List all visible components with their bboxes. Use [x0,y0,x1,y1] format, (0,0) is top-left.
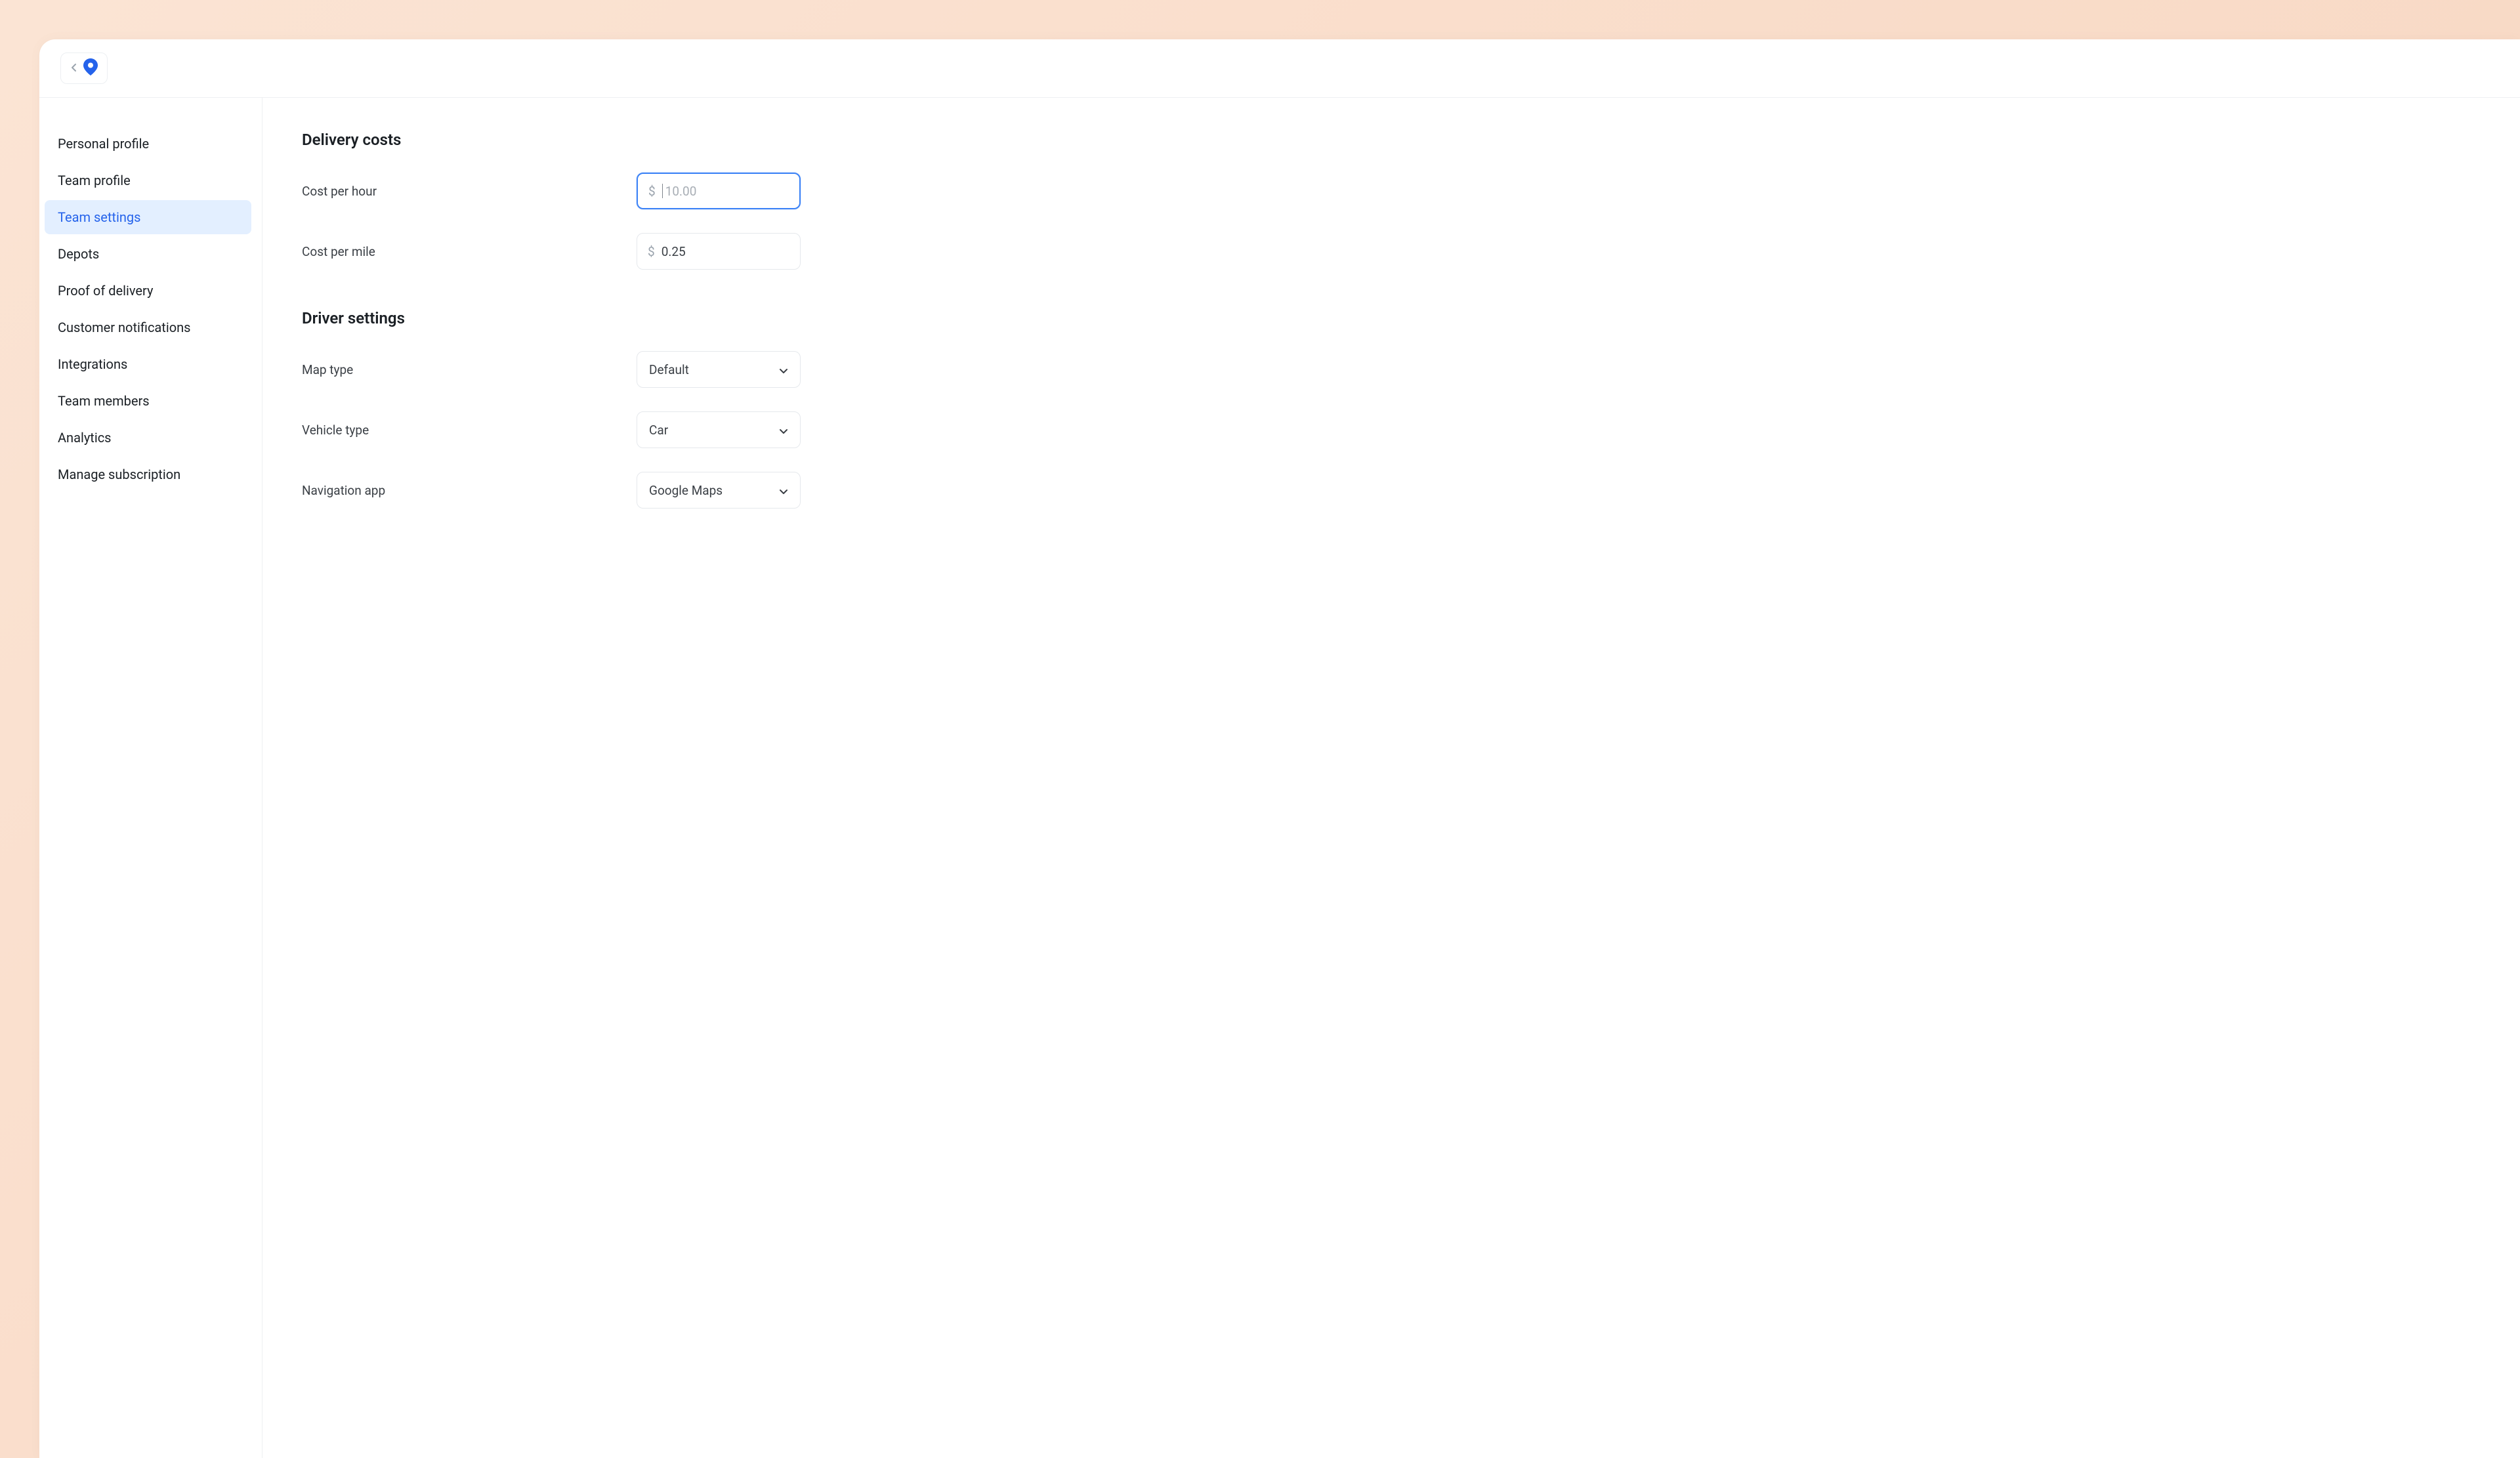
section-driver-settings: Driver settings Map type Default Vehicle… [302,309,2481,509]
sidebar-item-team-settings[interactable]: Team settings [45,200,251,234]
chevron-down-icon [779,423,788,438]
row-map-type: Map type Default [302,351,801,388]
row-cost-per-mile: Cost per mile $ 0.25 [302,233,801,270]
label-cost-per-mile: Cost per mile [302,244,375,259]
topbar [39,39,2520,98]
chevron-left-icon [70,62,77,75]
content-area: Personal profile Team profile Team setti… [39,98,2520,1458]
select-map-type[interactable]: Default [637,351,801,388]
sidebar-item-integrations[interactable]: Integrations [45,347,251,381]
sidebar-item-manage-subscription[interactable]: Manage subscription [45,457,251,491]
label-cost-per-hour: Cost per hour [302,184,377,199]
value-navigation-app: Google Maps [649,483,723,498]
sidebar-item-proof-of-delivery[interactable]: Proof of delivery [45,274,251,308]
currency-symbol: $ [648,244,655,259]
app-frame: Personal profile Team profile Team setti… [39,39,2520,1458]
sidebar-item-depots[interactable]: Depots [45,237,251,271]
row-navigation-app: Navigation app Google Maps [302,472,801,509]
label-map-type: Map type [302,362,353,377]
row-vehicle-type: Vehicle type Car [302,411,801,448]
select-vehicle-type[interactable]: Car [637,411,801,448]
value-vehicle-type: Car [649,423,668,438]
sidebar-item-personal-profile[interactable]: Personal profile [45,127,251,161]
back-button[interactable] [60,52,108,84]
chevron-down-icon [779,362,788,377]
sidebar-item-team-members[interactable]: Team members [45,384,251,418]
input-cost-per-mile[interactable]: $ 0.25 [637,233,801,270]
section-delivery-costs: Delivery costs Cost per hour $ 10.00 Cos… [302,131,2481,270]
location-pin-icon [83,58,98,78]
label-navigation-app: Navigation app [302,483,385,498]
value-map-type: Default [649,362,689,377]
main-panel: Delivery costs Cost per hour $ 10.00 Cos… [262,98,2520,1458]
select-navigation-app[interactable]: Google Maps [637,472,801,509]
row-cost-per-hour: Cost per hour $ 10.00 [302,173,801,209]
input-cost-per-hour[interactable]: $ 10.00 [637,173,801,209]
currency-symbol: $ [648,184,656,199]
text-cursor [662,184,663,198]
sidebar: Personal profile Team profile Team setti… [39,98,262,1458]
section-title-delivery-costs: Delivery costs [302,131,2481,149]
sidebar-item-customer-notifications[interactable]: Customer notifications [45,310,251,344]
label-vehicle-type: Vehicle type [302,423,369,438]
placeholder-cost-per-hour: 10.00 [665,184,789,199]
chevron-down-icon [779,483,788,498]
value-cost-per-mile: 0.25 [662,244,789,259]
section-title-driver-settings: Driver settings [302,309,2481,327]
sidebar-item-analytics[interactable]: Analytics [45,421,251,455]
sidebar-item-team-profile[interactable]: Team profile [45,163,251,198]
